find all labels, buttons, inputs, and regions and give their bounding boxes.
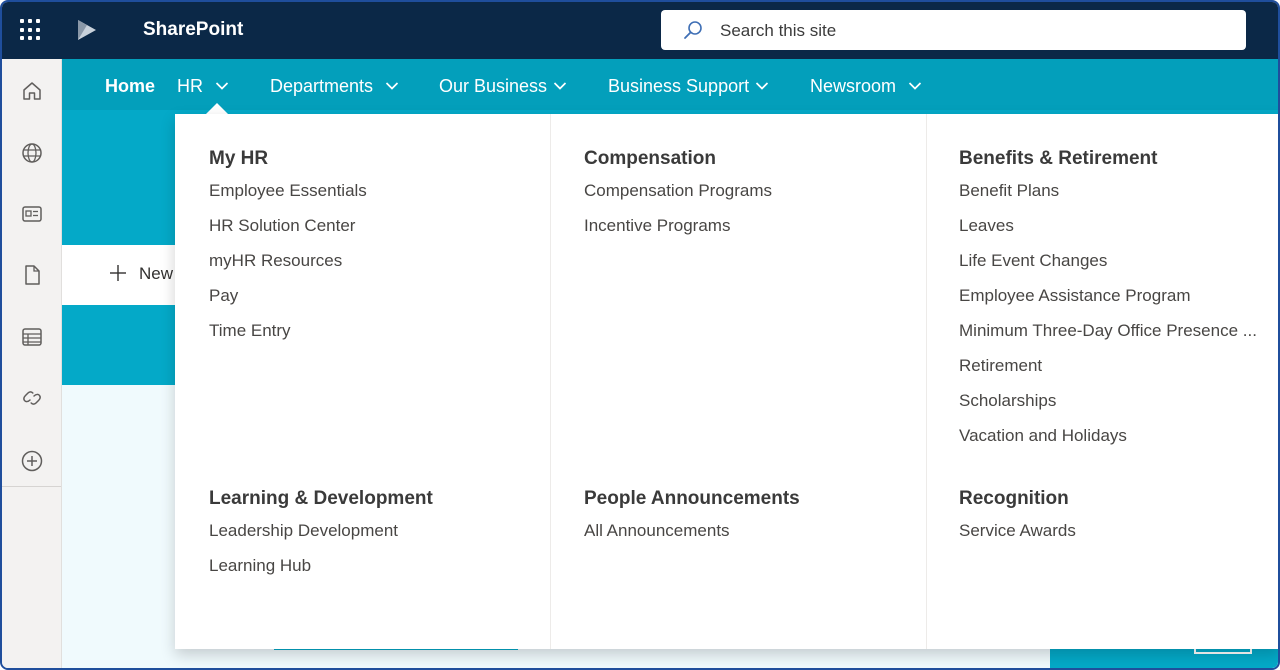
menu-group-benefits-retirement: Benefits & Retirement Benefit Plans Leav… (959, 148, 1257, 459)
file-icon[interactable] (20, 263, 44, 287)
sharepoint-logo-icon[interactable] (74, 18, 98, 42)
menu-link[interactable]: Vacation and Holidays (959, 418, 1257, 453)
nav-our-business[interactable]: Our Business (439, 76, 547, 97)
menu-link[interactable]: Learning Hub (209, 548, 433, 583)
menu-group-heading[interactable]: Recognition (959, 488, 1076, 510)
menu-group-learning-development: Learning & Development Leadership Develo… (209, 488, 433, 589)
list-icon[interactable] (20, 325, 44, 349)
menu-link[interactable]: All Announcements (584, 513, 800, 548)
menu-link[interactable]: Service Awards (959, 513, 1076, 548)
browser-frame: SharePoint Search this site Home HR Depa… (0, 0, 1280, 670)
menu-link[interactable]: Retirement (959, 348, 1257, 383)
menu-link[interactable]: Life Event Changes (959, 243, 1257, 278)
chevron-down-icon[interactable] (553, 81, 567, 91)
new-button-label: New (139, 264, 174, 283)
nav-business-support[interactable]: Business Support (608, 76, 749, 97)
menu-link[interactable]: Benefit Plans (959, 173, 1257, 208)
nav-home[interactable]: Home (105, 76, 155, 97)
link-icon[interactable] (20, 386, 44, 410)
suite-bar: SharePoint Search this site (2, 2, 1278, 59)
add-icon[interactable] (20, 449, 44, 473)
column-divider (550, 114, 551, 649)
search-input[interactable]: Search this site (720, 21, 836, 41)
hr-mega-menu: My HR Employee Essentials HR Solution Ce… (175, 114, 1278, 649)
app-title[interactable]: SharePoint (143, 19, 243, 41)
app-bar-divider (2, 486, 61, 487)
menu-link[interactable]: Scholarships (959, 383, 1257, 418)
news-icon[interactable] (20, 202, 44, 226)
chevron-down-icon[interactable] (215, 81, 229, 91)
menu-link[interactable]: myHR Resources (209, 243, 367, 278)
home-icon[interactable] (20, 79, 44, 103)
menu-group-heading[interactable]: My HR (209, 148, 367, 170)
search-box[interactable]: Search this site (661, 10, 1246, 50)
globe-icon[interactable] (20, 141, 44, 165)
menu-link[interactable]: Leadership Development (209, 513, 433, 548)
menu-link[interactable]: HR Solution Center (209, 208, 367, 243)
chevron-down-icon[interactable] (755, 81, 769, 91)
menu-link[interactable]: Incentive Programs (584, 208, 772, 243)
menu-group-recognition: Recognition Service Awards (959, 488, 1076, 554)
menu-group-compensation: Compensation Compensation Programs Incen… (584, 148, 772, 249)
menu-link[interactable]: Employee Assistance Program (959, 278, 1257, 313)
plus-icon (110, 265, 126, 281)
nav-hr[interactable]: HR (177, 76, 203, 97)
column-divider (926, 114, 927, 649)
app-launcher-icon[interactable] (20, 19, 42, 41)
menu-link[interactable]: Employee Essentials (209, 173, 367, 208)
search-icon (684, 21, 702, 39)
chevron-down-icon[interactable] (385, 81, 399, 91)
app-bar (2, 59, 62, 668)
nav-newsroom[interactable]: Newsroom (810, 76, 896, 97)
menu-group-heading[interactable]: People Announcements (584, 488, 800, 510)
nav-departments[interactable]: Departments (270, 76, 373, 97)
hub-navigation: Home HR Departments Our Business Busines… (62, 59, 1278, 110)
menu-group-people-announcements: People Announcements All Announcements (584, 488, 800, 554)
menu-link[interactable]: Time Entry (209, 313, 367, 348)
menu-group-heading[interactable]: Compensation (584, 148, 772, 170)
menu-caret (206, 103, 228, 114)
menu-link[interactable]: Pay (209, 278, 367, 313)
menu-link[interactable]: Minimum Three-Day Office Presence ... (959, 313, 1257, 348)
menu-group-heading[interactable]: Benefits & Retirement (959, 148, 1257, 170)
menu-link[interactable]: Compensation Programs (584, 173, 772, 208)
new-button[interactable]: New (110, 264, 173, 284)
chevron-down-icon[interactable] (908, 81, 922, 91)
menu-link[interactable]: Leaves (959, 208, 1257, 243)
menu-group-my-hr: My HR Employee Essentials HR Solution Ce… (209, 148, 367, 354)
menu-group-heading[interactable]: Learning & Development (209, 488, 433, 510)
